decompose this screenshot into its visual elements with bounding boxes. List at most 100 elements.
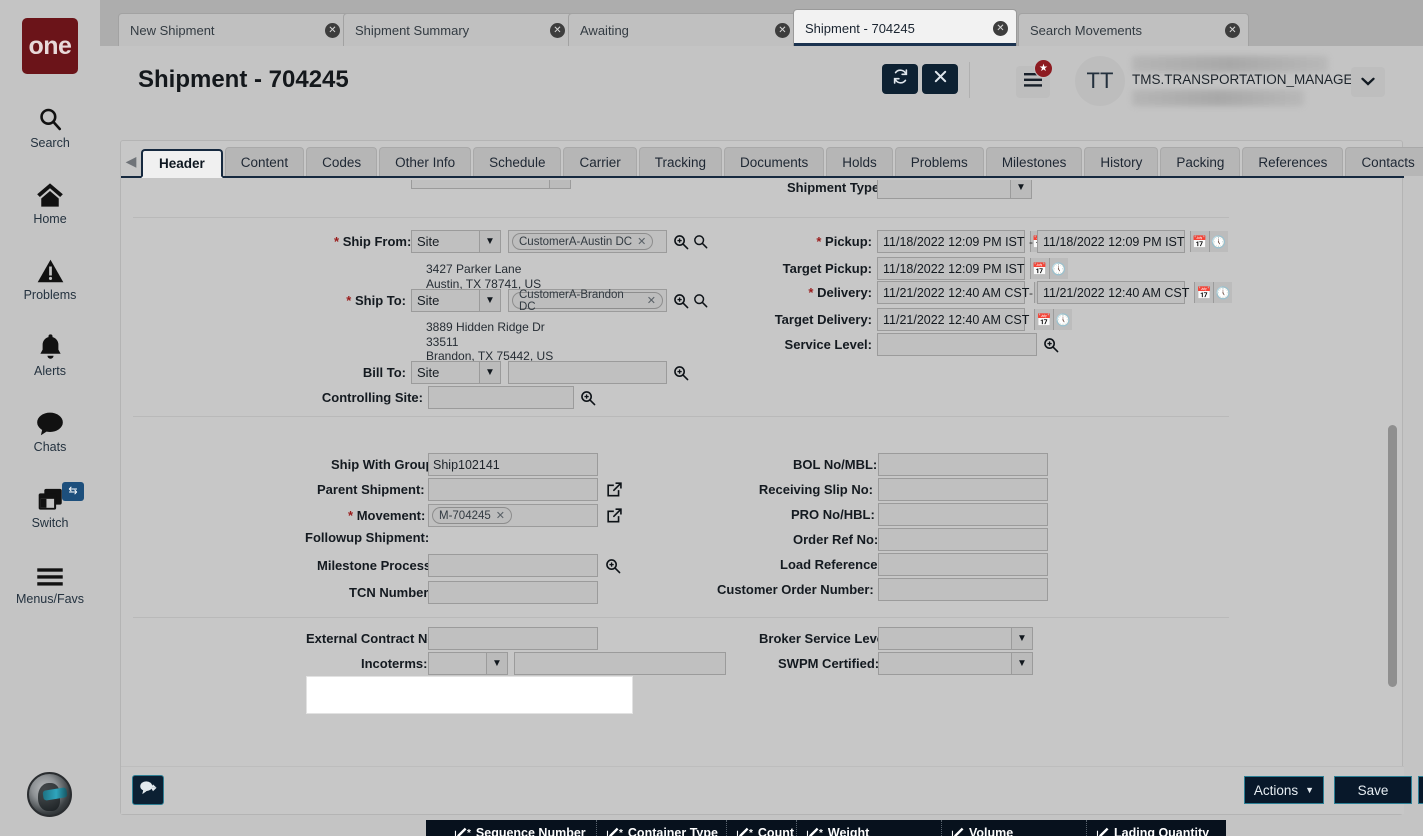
tab-codes[interactable]: Codes xyxy=(306,147,377,176)
tab-packing[interactable]: Packing xyxy=(1160,147,1240,176)
user-menu-button[interactable] xyxy=(1351,67,1385,97)
column-header-volume[interactable]: Volume xyxy=(941,820,1086,836)
tab-header[interactable]: Header xyxy=(141,149,223,178)
milestone-process-zoom-search-icon[interactable] xyxy=(605,558,621,574)
controlling-site-input[interactable] xyxy=(428,386,574,409)
ship-from-input[interactable]: CustomerA-Austin DC ✕ xyxy=(508,230,667,253)
tab-content[interactable]: Content xyxy=(225,147,304,176)
clock-icon[interactable]: 🕔 xyxy=(1213,282,1232,303)
close-icon[interactable]: ✕ xyxy=(1225,23,1240,38)
clock-icon[interactable]: 🕔 xyxy=(1053,309,1072,330)
ship-to-type-select[interactable]: Site ▼ xyxy=(411,289,501,312)
ship-with-group-input[interactable]: Ship102141 xyxy=(428,453,598,476)
tab-history[interactable]: History xyxy=(1084,147,1158,176)
browser-tab-shipment-summary[interactable]: Shipment Summary ✕ xyxy=(343,13,574,46)
sidebar-item-search[interactable]: Search xyxy=(0,102,100,150)
milestone-process-input[interactable] xyxy=(428,554,598,577)
movement-open-icon[interactable] xyxy=(606,507,623,524)
close-icon[interactable]: ✕ xyxy=(993,21,1008,36)
movement-chip[interactable]: M-704245 ✕ xyxy=(432,507,512,524)
browser-tab-awaiting[interactable]: Awaiting ✕ xyxy=(568,13,799,46)
close-page-button[interactable] xyxy=(922,64,958,94)
sidebar-item-problems[interactable]: Problems xyxy=(0,254,100,302)
chat-button[interactable] xyxy=(132,775,164,805)
sidebar-item-chats[interactable]: Chats xyxy=(0,406,100,454)
shipment-type-select[interactable]: ▼ xyxy=(877,180,1032,199)
broker-service-level-select[interactable]: ▼ xyxy=(878,627,1033,650)
sidebar-item-switch[interactable]: ⇆ Switch xyxy=(0,482,100,530)
clock-icon[interactable]: 🕔 xyxy=(1209,231,1228,252)
column-header-lading-quantity[interactable]: Lading Quantity xyxy=(1086,820,1226,836)
target-pickup-input[interactable]: 11/18/2022 12:09 PM IST 📅 🕔 xyxy=(877,257,1025,280)
clipped-select[interactable] xyxy=(411,180,571,189)
sidebar-item-menus-favs[interactable]: Menus/Favs xyxy=(0,558,100,606)
target-delivery-input[interactable]: 11/21/2022 12:40 AM CST 📅 🕔 xyxy=(877,308,1025,331)
ship-from-search-icon[interactable] xyxy=(693,234,708,249)
tab-schedule[interactable]: Schedule xyxy=(473,147,561,176)
brand-logo[interactable]: one xyxy=(22,18,78,74)
parent-shipment-input[interactable] xyxy=(428,478,598,501)
movement-input[interactable]: M-704245 ✕ xyxy=(428,504,598,527)
ship-to-search-icon[interactable] xyxy=(693,293,708,308)
clock-icon[interactable]: 🕔 xyxy=(1049,258,1068,279)
form-scrollbar[interactable] xyxy=(1387,182,1398,766)
quick-menu-button[interactable]: ★ xyxy=(1016,66,1050,98)
tab-references[interactable]: References xyxy=(1242,147,1343,176)
pickup-to-input[interactable]: 11/18/2022 12:09 PM IST 📅 🕔 xyxy=(1037,230,1185,253)
service-level-input[interactable] xyxy=(877,333,1037,356)
close-icon[interactable]: ✕ xyxy=(325,23,340,38)
close-icon[interactable]: ✕ xyxy=(775,23,790,38)
tab-carrier[interactable]: Carrier xyxy=(563,147,636,176)
scrollbar-thumb[interactable] xyxy=(1388,425,1397,687)
calendar-icon[interactable]: 📅 xyxy=(1030,258,1049,279)
tab-problems[interactable]: Problems xyxy=(895,147,984,176)
avatar[interactable]: TT xyxy=(1075,56,1125,106)
ship-to-zoom-search-icon[interactable] xyxy=(673,293,689,309)
pro-no-input[interactable] xyxy=(878,503,1048,526)
calendar-icon[interactable]: 📅 xyxy=(1190,231,1209,252)
sidebar-item-home[interactable]: Home xyxy=(0,178,100,226)
tabs-scroll-left-button[interactable]: ◀ xyxy=(121,147,141,176)
delivery-to-input[interactable]: 11/21/2022 12:40 AM CST 📅 🕔 xyxy=(1037,281,1185,304)
delivery-from-input[interactable]: 11/21/2022 12:40 AM CST 📅 🕔 xyxy=(877,281,1025,304)
tab-other-info[interactable]: Other Info xyxy=(379,147,471,176)
incoterms-text-input[interactable] xyxy=(514,652,726,675)
controlling-site-zoom-search-icon[interactable] xyxy=(580,390,596,406)
ship-from-chip[interactable]: CustomerA-Austin DC ✕ xyxy=(512,233,653,250)
column-header-weight[interactable]: * Weight xyxy=(796,820,941,836)
close-icon[interactable]: ✕ xyxy=(647,294,656,307)
calendar-icon[interactable]: 📅 xyxy=(1034,309,1053,330)
tcn-number-input[interactable] xyxy=(428,581,598,604)
service-level-zoom-search-icon[interactable] xyxy=(1043,337,1059,353)
assistant-avatar[interactable] xyxy=(27,772,72,817)
order-ref-no-input[interactable] xyxy=(878,528,1048,551)
save-button[interactable]: Save xyxy=(1334,776,1412,804)
tab-documents[interactable]: Documents xyxy=(724,147,824,176)
bill-to-input[interactable] xyxy=(508,361,667,384)
swpm-certified-select[interactable]: ▼ xyxy=(878,652,1033,675)
switch-badge-icon[interactable]: ⇆ xyxy=(62,482,84,501)
parent-shipment-open-icon[interactable] xyxy=(606,481,623,498)
close-icon[interactable]: ✕ xyxy=(550,23,565,38)
ship-to-input[interactable]: CustomerA-Brandon DC ✕ xyxy=(508,289,667,312)
pickup-from-input[interactable]: 11/18/2022 12:09 PM IST 📅 🕔 xyxy=(877,230,1025,253)
column-header-count[interactable]: * Count xyxy=(726,820,796,836)
browser-tab-new-shipment[interactable]: New Shipment ✕ xyxy=(118,13,349,46)
receiving-slip-no-input[interactable] xyxy=(878,478,1048,501)
tab-holds[interactable]: Holds xyxy=(826,147,893,176)
close-icon[interactable]: ✕ xyxy=(496,509,505,522)
actions-button[interactable]: Actions ▼ xyxy=(1244,776,1324,804)
tab-milestones[interactable]: Milestones xyxy=(986,147,1083,176)
column-header-sequence-number[interactable]: * Sequence Number xyxy=(426,820,596,836)
browser-tab-search-movements[interactable]: Search Movements ✕ xyxy=(1018,13,1249,46)
bill-to-zoom-search-icon[interactable] xyxy=(673,365,689,381)
bill-to-type-select[interactable]: Site ▼ xyxy=(411,361,501,384)
external-contract-no-input[interactable] xyxy=(428,627,598,650)
load-reference-input[interactable] xyxy=(878,553,1048,576)
bol-no-input[interactable] xyxy=(878,453,1048,476)
column-header-container-type[interactable]: * Container Type xyxy=(596,820,726,836)
customer-order-number-input[interactable] xyxy=(878,578,1048,601)
ship-from-zoom-search-icon[interactable] xyxy=(673,234,689,250)
close-icon[interactable]: ✕ xyxy=(637,235,646,248)
calendar-icon[interactable]: 📅 xyxy=(1194,282,1213,303)
